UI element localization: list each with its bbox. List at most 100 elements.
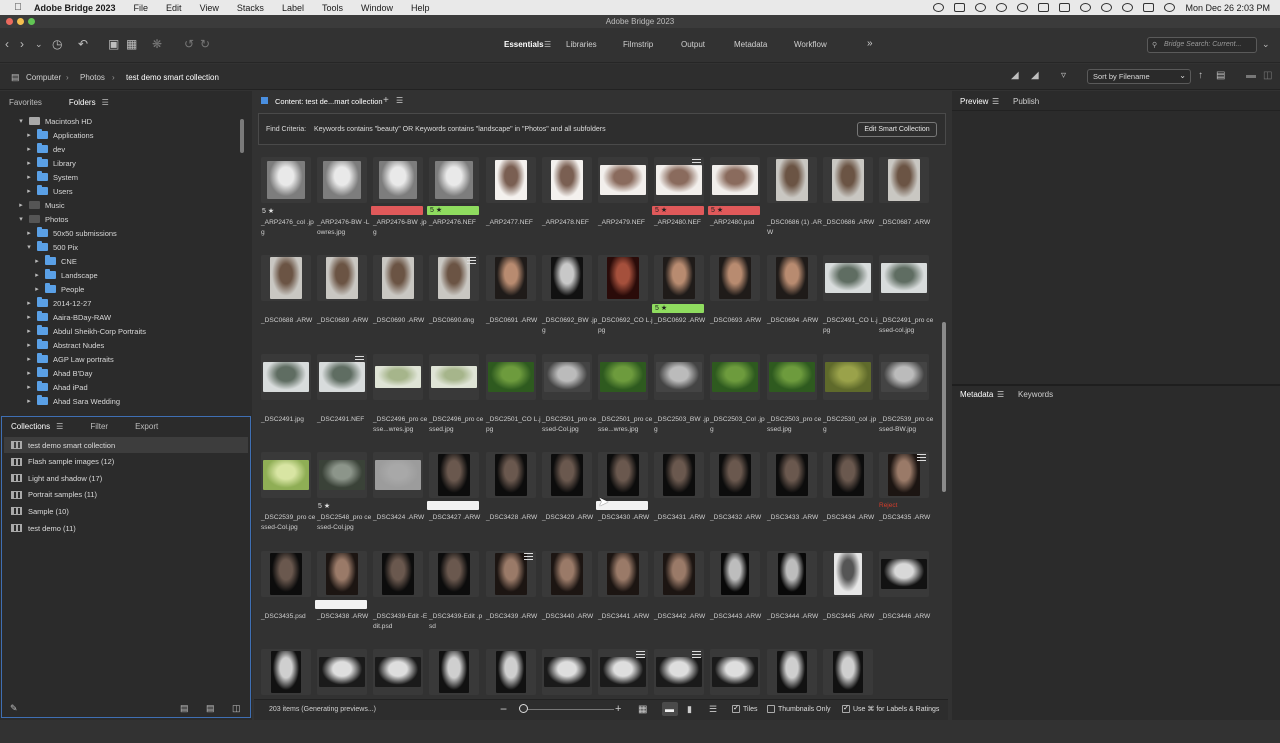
thumbnail-frame[interactable] <box>767 157 817 203</box>
app-menu[interactable]: Adobe Bridge 2023 <box>34 3 116 13</box>
forward-icon[interactable]: › <box>20 38 24 50</box>
folder-item[interactable]: ▸ Library <box>25 156 76 170</box>
thumbnail-frame[interactable] <box>823 551 873 597</box>
workspace-libraries[interactable]: Libraries <box>566 40 597 49</box>
delete-icon[interactable]: ◫ <box>1263 70 1272 82</box>
thumbnail-frame[interactable] <box>767 255 817 301</box>
caret-right-icon[interactable]: ▸ <box>25 341 33 349</box>
thumbnail-frame[interactable] <box>542 255 592 301</box>
thumbnail-frame[interactable] <box>486 255 536 301</box>
thumbnail-item[interactable]: _DSC2491.NEF <box>315 354 369 448</box>
thumbnail-frame[interactable] <box>261 255 311 301</box>
breadcrumb-computer[interactable]: Computer <box>26 73 61 82</box>
menu-help[interactable]: Help <box>411 3 430 13</box>
caret-right-icon[interactable]: ▸ <box>25 187 33 195</box>
thumbnail-item[interactable] <box>596 649 650 743</box>
thumbnail-frame[interactable] <box>654 255 704 301</box>
caret-right-icon[interactable]: ▸ <box>25 299 33 307</box>
thumbnail-frame[interactable] <box>598 452 648 498</box>
caret-right-icon[interactable]: ▸ <box>25 131 33 139</box>
thumbnail-frame[interactable] <box>598 255 648 301</box>
thumbnail-frame[interactable] <box>486 649 536 695</box>
caret-right-icon[interactable]: ▸ <box>25 397 33 405</box>
thumbnail-item[interactable]: _DSC2503_BW .jpg <box>652 354 709 448</box>
thumbnail-frame[interactable] <box>710 649 760 695</box>
panel-menu-icon[interactable]: ☰ <box>56 422 63 431</box>
thumbnail-frame[interactable] <box>710 551 760 597</box>
thumbnail-frame[interactable] <box>598 157 648 203</box>
folder-item[interactable]: ▸ Landscape <box>33 268 98 282</box>
folder-item[interactable]: ▾ Macintosh HD <box>17 114 92 128</box>
search-dropdown-icon[interactable]: ⌄ <box>1262 38 1270 50</box>
extension-icon[interactable] <box>1059 3 1071 12</box>
stack-icon[interactable] <box>692 651 701 659</box>
thumbnail-size-slider[interactable] <box>520 709 614 710</box>
thumbnail-frame[interactable] <box>542 157 592 203</box>
folder-item[interactable]: ▸ 2014-12-27 <box>25 296 91 310</box>
dropbox-icon[interactable] <box>1038 3 1050 12</box>
use-cmd-checkbox[interactable]: ✓ <box>842 705 850 714</box>
thumbnail-item[interactable]: _DSC3432 .ARW <box>708 452 762 546</box>
caret-right-icon[interactable]: ▸ <box>33 257 41 265</box>
panel-divider[interactable] <box>952 384 1280 386</box>
thumbnail-frame[interactable] <box>373 551 423 597</box>
thumbnail-frame[interactable] <box>317 354 367 400</box>
thumbnail-frame[interactable] <box>654 157 704 203</box>
thumbnail-item[interactable]: _DSC3429 .ARW <box>540 452 594 546</box>
thumbnail-item[interactable]: _DSC2496_pro cesse...wres.jpg <box>371 354 427 448</box>
window-icon[interactable] <box>954 3 966 12</box>
thumbnail-item[interactable]: _ARP2478.NEF <box>540 157 594 251</box>
thumbnail-item[interactable]: _DSC3428 .ARW <box>484 452 538 546</box>
thumbnail-frame[interactable] <box>429 649 479 695</box>
menu-tools[interactable]: Tools <box>322 3 343 13</box>
thumbnail-frame[interactable] <box>654 354 704 400</box>
menu-edit[interactable]: Edit <box>166 3 182 13</box>
rotate-right-icon[interactable]: ↻ <box>200 38 210 50</box>
thumbnails-only-checkbox[interactable] <box>767 705 775 713</box>
thumbnail-frame[interactable] <box>823 452 873 498</box>
workspace-workflow[interactable]: Workflow <box>794 40 827 49</box>
thumbnail-frame[interactable] <box>879 255 929 301</box>
caret-right-icon[interactable]: ▸ <box>25 159 33 167</box>
thumbnail-item[interactable]: _DSC2530_col .jpg <box>821 354 876 448</box>
folder-item[interactable]: ▸ System <box>25 170 78 184</box>
stack-icon[interactable] <box>636 651 645 659</box>
panel-menu-icon[interactable]: ☰ <box>992 97 999 106</box>
thumbnail-item[interactable]: _ARP2479.NEF <box>596 157 650 251</box>
thumbnail-frame[interactable] <box>317 649 367 695</box>
folder-item[interactable]: ▸ Ahad Sara Wedding <box>25 394 120 408</box>
panel-menu-icon[interactable]: ☰ <box>396 96 403 105</box>
folder-item[interactable]: ▸ CNE <box>33 254 77 268</box>
thumbnail-frame[interactable] <box>710 157 760 203</box>
caret-right-icon[interactable]: ▸ <box>25 383 33 391</box>
thumbnail-frame[interactable] <box>373 157 423 203</box>
thumbnail-frame[interactable] <box>373 354 423 400</box>
thumbnail-item[interactable]: _DSC0691 .ARW <box>484 255 538 349</box>
folder-item[interactable]: ▸ Ahad B'Day <box>25 366 92 380</box>
thumbnail-frame[interactable] <box>654 452 704 498</box>
thumbnail-item[interactable]: _DSC3446 .ARW <box>877 551 931 645</box>
creative-cloud-icon[interactable] <box>933 3 945 12</box>
caret-right-icon[interactable]: ▸ <box>25 369 33 377</box>
sort-dropdown[interactable]: Sort by Filename ⌄ <box>1087 69 1191 84</box>
delete-collection-icon[interactable]: ◫ <box>232 702 241 714</box>
folder-item[interactable]: ▸ AGP Law portraits <box>25 352 114 366</box>
thumbnail-frame[interactable] <box>486 551 536 597</box>
thumbnail-frame[interactable] <box>710 452 760 498</box>
breadcrumb-current[interactable]: test demo smart collection <box>126 73 219 82</box>
thumbnail-item[interactable] <box>427 649 481 743</box>
thumbnail-item[interactable]: _DSC3439-Edit -Edit.psd <box>371 551 427 645</box>
thumbnail-item[interactable]: _DSC3439 .ARW <box>484 551 538 645</box>
thumbnail-item[interactable]: _DSC2501_CO L.jpg <box>484 354 541 448</box>
slider-handle[interactable] <box>519 704 528 713</box>
stack-icon[interactable] <box>917 454 926 462</box>
search-input[interactable]: ⚲ Bridge Search: Current... <box>1147 37 1257 53</box>
stack-icon[interactable] <box>355 356 364 364</box>
folder-item[interactable]: ▸ Music <box>17 198 64 212</box>
thumbnail-item[interactable]: 5 ★ _ARP2480.psd <box>708 157 762 251</box>
list-view-icon[interactable]: ☰ <box>709 704 717 715</box>
thumbnail-frame[interactable] <box>373 255 423 301</box>
recent-folders-icon[interactable]: ◷ <box>52 38 62 50</box>
thumbnail-item[interactable]: _DSC3439-Edit .psd <box>427 551 482 645</box>
folder-item[interactable]: ▸ Users <box>25 184 73 198</box>
